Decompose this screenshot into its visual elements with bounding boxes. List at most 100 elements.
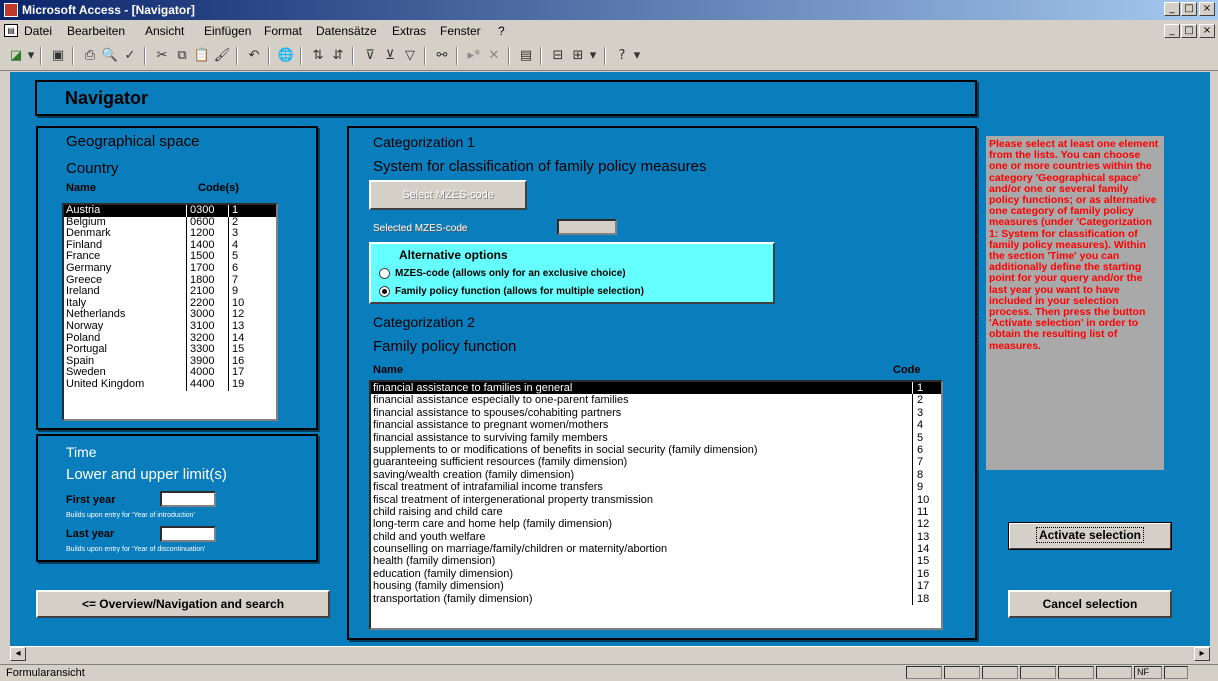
function-row[interactable]: housing (family dimension) 17 — [371, 580, 941, 593]
menu-help[interactable]: ? — [498, 24, 505, 38]
function-row[interactable]: supplements to or modifications of benef… — [371, 443, 941, 457]
country-row[interactable]: United Kingdom 4400 19 — [64, 378, 276, 391]
menu-extras[interactable]: Extras — [392, 24, 426, 38]
country-col-name: Name — [66, 182, 96, 194]
new-object-dropdown-icon[interactable]: ▾ — [588, 46, 598, 66]
function-row[interactable]: long-term care and home help (family dim… — [371, 518, 941, 531]
new-object-icon[interactable]: ⊞ — [568, 46, 588, 66]
family-policy-function-listbox[interactable]: financial assistance to families in gene… — [369, 380, 943, 630]
help-icon[interactable]: ? — [612, 46, 632, 66]
function-code: 7 — [917, 456, 924, 469]
help-dropdown-icon[interactable]: ▾ — [632, 46, 642, 66]
last-year-input[interactable] — [160, 526, 216, 542]
find-icon[interactable]: ⚯ — [432, 46, 452, 66]
country-row[interactable]: Portugal 3300 15 — [64, 344, 276, 356]
horizontal-scrollbar[interactable]: ◂ ▸ — [10, 646, 1210, 663]
doc-minimize-button[interactable]: _ — [1164, 24, 1180, 38]
spelling-icon[interactable]: ✓ — [120, 46, 140, 66]
function-name: supplements to or modifications of benef… — [373, 443, 758, 456]
first-year-input[interactable] — [160, 491, 216, 507]
view-dropdown-icon[interactable]: ▾ — [26, 46, 36, 66]
country-row[interactable]: Austria 0300 1 — [64, 205, 276, 217]
function-code: 5 — [917, 431, 924, 444]
select-mzes-code-button[interactable]: Select MZES-code — [369, 180, 527, 210]
filter-by-form-icon[interactable]: ⊻ — [380, 46, 400, 66]
database-window-icon[interactable]: ⊟ — [548, 46, 568, 66]
filter-by-selection-icon[interactable]: ⊽ — [360, 46, 380, 66]
overview-navigation-button[interactable]: <= Overview/Navigation and search — [36, 590, 330, 618]
selected-mzes-code-field[interactable] — [557, 219, 617, 235]
function-code: 10 — [917, 493, 930, 506]
undo-icon[interactable]: ↶ — [244, 46, 264, 66]
menu-bearbeiten[interactable]: Bearbeiten — [67, 24, 125, 38]
function-row[interactable]: counselling on marriage/family/children … — [371, 543, 941, 556]
function-row[interactable]: financial assistance to pregnant women/m… — [371, 419, 941, 432]
country-row[interactable]: Germany 1700 6 — [64, 262, 276, 275]
delete-record-icon[interactable]: ✕ — [484, 46, 504, 66]
close-button[interactable]: × — [1199, 2, 1215, 16]
cat1-subheading: System for classification of family poli… — [373, 158, 707, 175]
menu-einfuegen[interactable]: Einfügen — [204, 24, 251, 38]
menu-datei[interactable]: Datei — [24, 24, 52, 38]
country-row[interactable]: Ireland 2100 9 — [64, 286, 276, 298]
function-row[interactable]: child raising and child care 11 — [371, 505, 941, 519]
cut-icon[interactable]: ✂ — [152, 46, 172, 66]
page-title: Navigator — [65, 88, 149, 108]
menu-ansicht[interactable]: Ansicht — [145, 24, 184, 38]
function-row[interactable]: financial assistance to surviving family… — [371, 431, 941, 444]
column-divider — [912, 468, 913, 482]
first-year-hint: Builds upon entry for 'Year of introduct… — [66, 512, 195, 519]
doc-close-button[interactable]: × — [1199, 24, 1215, 38]
view-icon[interactable]: ◪ — [6, 46, 26, 66]
apply-filter-icon[interactable]: ▽ — [400, 46, 420, 66]
doc-restore-button[interactable]: □ — [1181, 24, 1197, 38]
function-row[interactable]: education (family dimension) 16 — [371, 567, 941, 581]
function-row[interactable]: health (family dimension) 15 — [371, 555, 941, 568]
function-row[interactable]: guaranteeing sufficient resources (famil… — [371, 456, 941, 469]
cancel-selection-button[interactable]: Cancel selection — [1008, 590, 1172, 618]
new-record-icon[interactable]: ▸* — [464, 46, 484, 66]
function-row[interactable]: fiscal treatment of intergenerational pr… — [371, 493, 941, 506]
maximize-button[interactable]: □ — [1181, 2, 1197, 16]
function-row[interactable]: financial assistance especially to one-p… — [371, 394, 941, 407]
copy-icon[interactable]: ⧉ — [172, 46, 192, 66]
function-row[interactable]: saving/wealth creation (family dimension… — [371, 468, 941, 482]
country-code: 2100 — [190, 285, 215, 298]
save-icon[interactable]: ▣ — [48, 46, 68, 66]
function-name: financial assistance to families in gene… — [373, 382, 573, 394]
function-row[interactable]: financial assistance to spouses/cohabiti… — [371, 406, 941, 420]
format-painter-icon[interactable]: 🖌 — [212, 46, 232, 66]
function-row[interactable]: transportation (family dimension) 18 — [371, 592, 941, 606]
scroll-left-icon[interactable]: ◂ — [10, 647, 26, 661]
scroll-right-icon[interactable]: ▸ — [1194, 647, 1210, 661]
function-row[interactable]: financial assistance to families in gene… — [371, 382, 941, 395]
mzes-code-radio[interactable] — [379, 268, 390, 279]
sort-descending-icon[interactable]: ⇵ — [328, 46, 348, 66]
menu-fenster[interactable]: Fenster — [440, 24, 481, 38]
country-row[interactable]: Norway 3100 13 — [64, 320, 276, 333]
function-row[interactable]: child and youth welfare 13 — [371, 530, 941, 544]
hyperlink-icon[interactable]: 🌐 — [276, 46, 296, 66]
print-preview-icon[interactable]: 🔍 — [100, 46, 120, 66]
last-year-label: Last year — [66, 528, 115, 540]
sort-ascending-icon[interactable]: ⇅ — [308, 46, 328, 66]
function-code: 3 — [917, 406, 924, 419]
function-name: child raising and child care — [373, 505, 503, 518]
family-policy-function-radio[interactable] — [379, 286, 390, 297]
function-row[interactable]: fiscal treatment of intrafamilial income… — [371, 481, 941, 494]
minimize-button[interactable]: _ — [1164, 2, 1180, 16]
activate-selection-button[interactable]: Activate selection — [1008, 522, 1172, 550]
paste-icon[interactable]: 📋 — [192, 46, 212, 66]
column-divider — [186, 297, 187, 310]
menu-format[interactable]: Format — [264, 24, 302, 38]
country-label: Country — [66, 160, 119, 177]
print-icon[interactable]: ⎙ — [80, 46, 100, 66]
function-code: 9 — [917, 481, 924, 494]
function-code: 8 — [917, 468, 924, 481]
country-listbox[interactable]: Austria 0300 1 Belgium 0600 2 Denmark 1200 3 Finl… — [62, 203, 278, 421]
properties-icon[interactable]: ▤ — [516, 46, 536, 66]
title-bar: Microsoft Access - [Navigator] _ □ × — [0, 0, 1218, 20]
function-code: 13 — [917, 530, 930, 543]
menu-datensaetze[interactable]: Datensätze — [316, 24, 377, 38]
form-icon[interactable]: ▤ — [4, 24, 18, 37]
